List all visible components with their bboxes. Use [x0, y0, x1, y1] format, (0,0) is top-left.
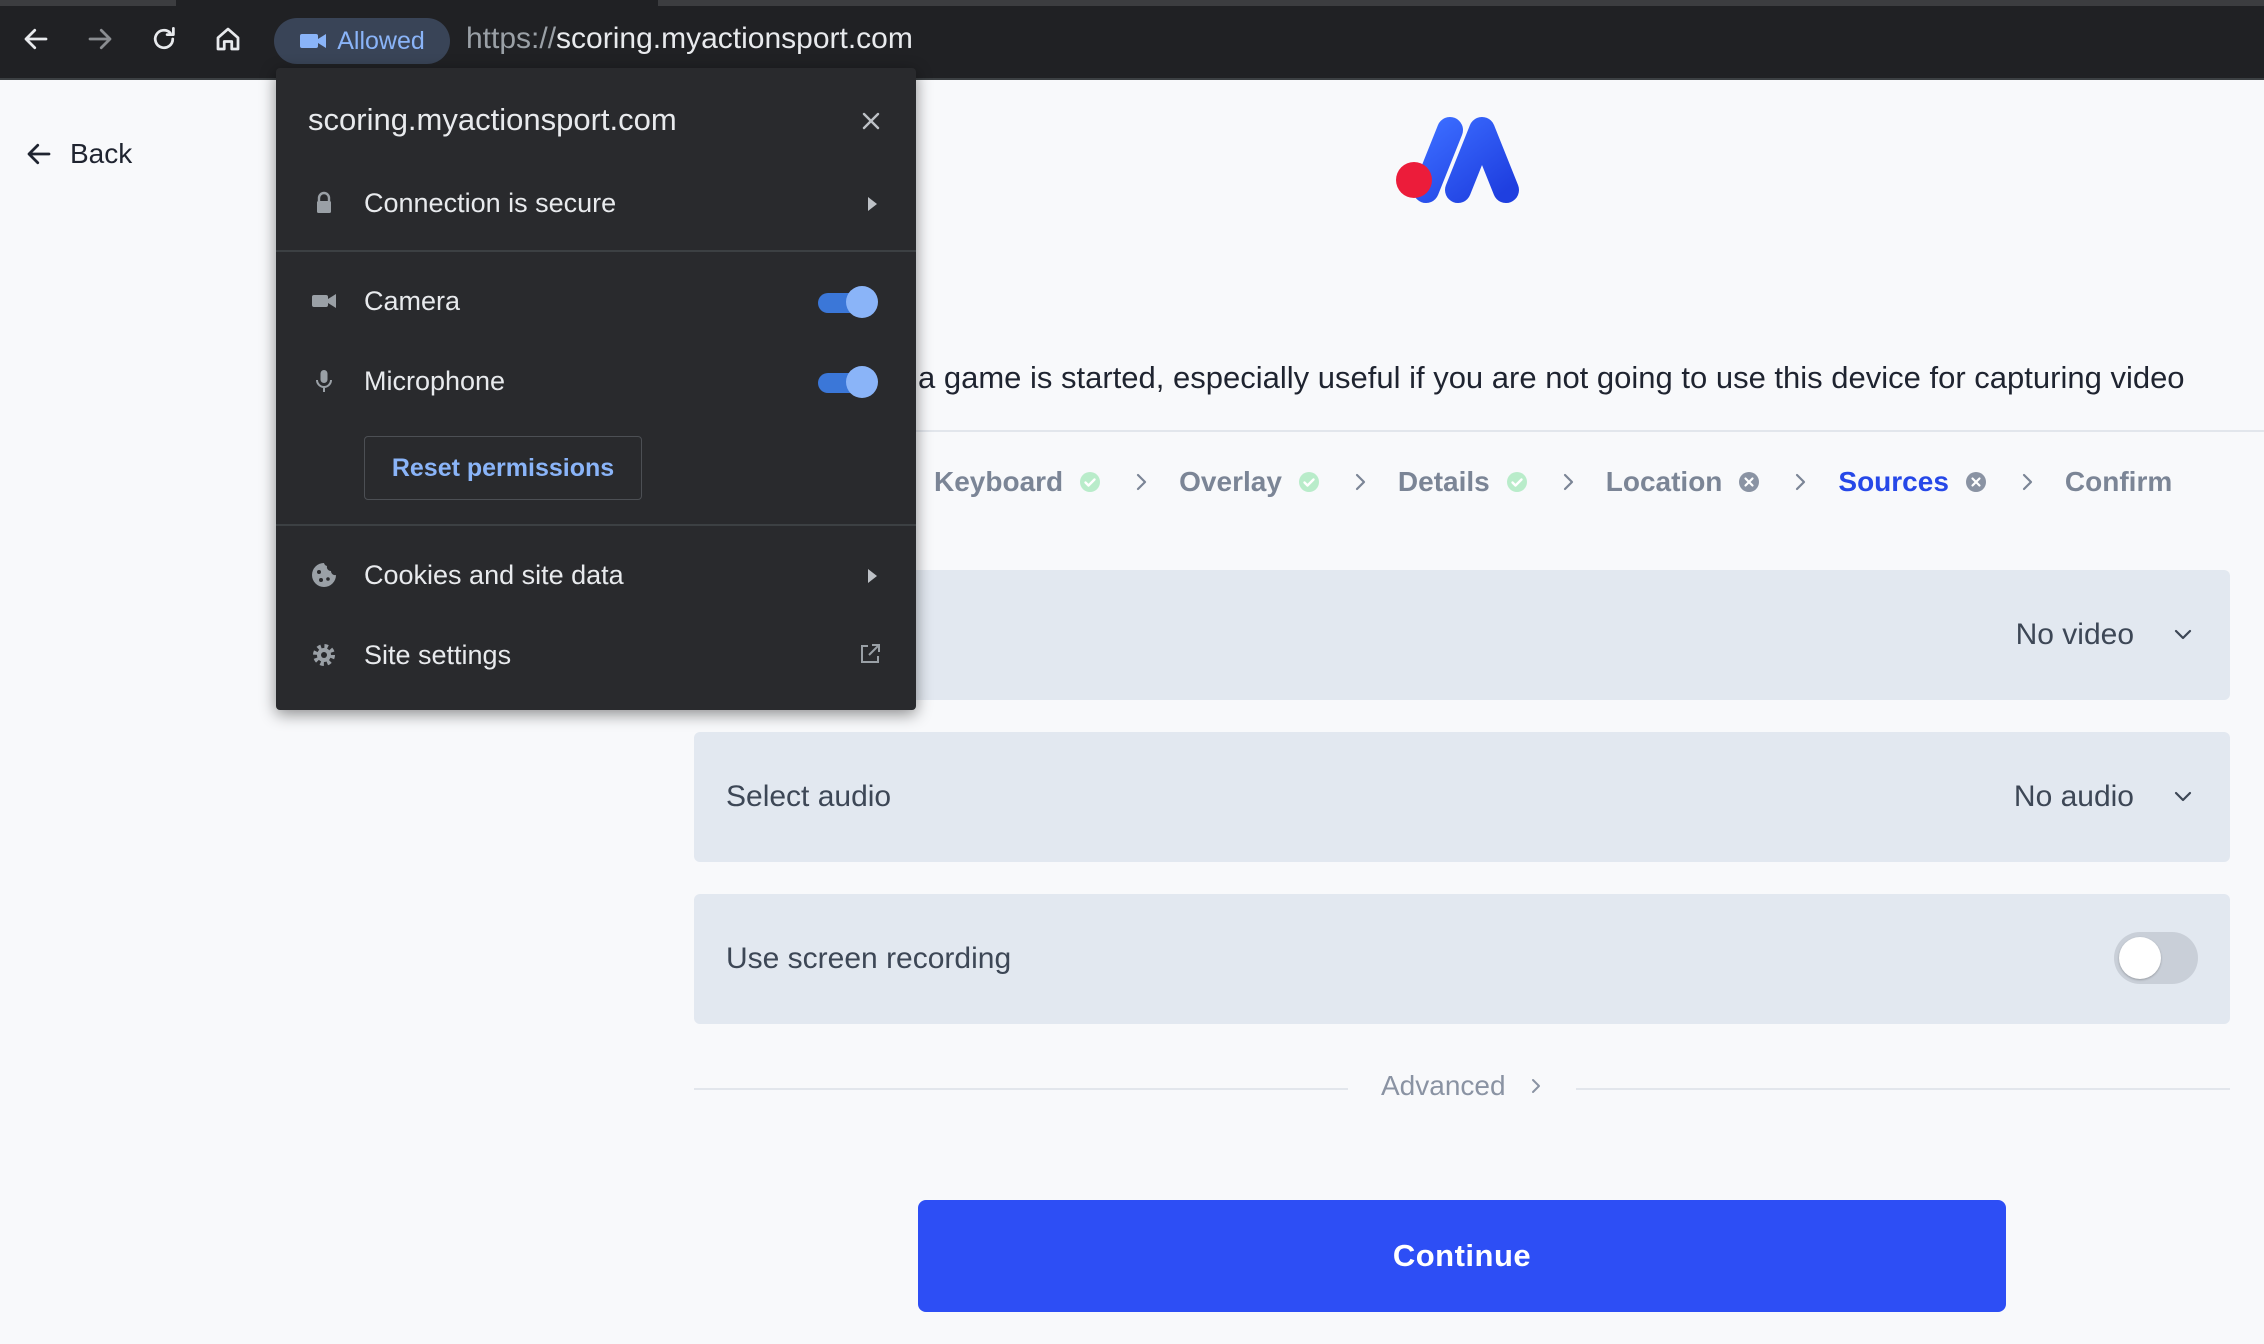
step-label: Overlay	[1179, 466, 1282, 497]
cookies-label: Cookies and site data	[364, 560, 624, 590]
check-circle-icon	[1298, 472, 1319, 492]
chevron-right-icon	[1563, 473, 1573, 491]
select-video-row[interactable]: a No video	[694, 570, 2230, 700]
divider	[276, 250, 916, 252]
page-description: a game is started, especially useful if …	[918, 360, 2185, 395]
toggle-knob	[846, 286, 878, 318]
close-icon[interactable]	[860, 110, 882, 132]
gear-icon	[313, 644, 335, 666]
x-circle-icon	[1965, 472, 1986, 492]
camera-toggle[interactable]	[818, 286, 878, 318]
select-video-value: No video	[2015, 618, 2134, 651]
step-sources[interactable]: Sources	[1838, 466, 1987, 498]
app-logo	[1396, 117, 1519, 203]
connection-label: Connection is secure	[364, 188, 617, 218]
camera-icon	[300, 34, 327, 48]
forward-nav-button[interactable]	[80, 19, 120, 59]
chevron-right-icon	[2022, 473, 2033, 491]
chevron-right-icon	[1355, 473, 1366, 491]
advanced-label: Advanced	[1381, 1070, 1506, 1101]
step-label: Confirm	[2064, 466, 2173, 497]
advanced-section: Advanced	[694, 1068, 2230, 1108]
back-label: Back	[70, 138, 133, 169]
caret-right-icon	[868, 197, 877, 211]
screen-recording-row: Use screen recording	[694, 894, 2230, 1024]
screen-recording-label: Use screen recording	[726, 942, 1012, 975]
chevron-right-icon	[1796, 473, 1806, 491]
arrow-right-icon	[88, 28, 112, 50]
continue-button[interactable]: Continue	[918, 1200, 2006, 1312]
reload-button[interactable]	[144, 19, 184, 59]
connection-secure-row[interactable]: Connection is secure	[276, 168, 916, 238]
camera-permission-row: Camera	[276, 266, 916, 336]
step-keyboard[interactable]: Keyboard	[934, 466, 1101, 498]
step-label: Details	[1397, 466, 1490, 497]
check-circle-icon	[1506, 472, 1527, 492]
step-confirm[interactable]: Confirm	[2065, 466, 2172, 498]
url-host: scoring.myactionsport.com	[556, 22, 913, 55]
toggle-knob	[2119, 937, 2161, 979]
step-label: Keyboard	[934, 466, 1064, 497]
select-audio-row[interactable]: Select audio No audio	[694, 732, 2230, 862]
microphone-icon	[316, 370, 332, 392]
chevron-down-icon	[2174, 791, 2192, 802]
caret-right-icon	[868, 569, 877, 583]
divider	[694, 1088, 1348, 1090]
back-nav-button[interactable]	[16, 19, 56, 59]
microphone-permission-row: Microphone	[276, 346, 916, 416]
microphone-label: Microphone	[364, 366, 506, 396]
site-permission-chip[interactable]: Allowed	[274, 18, 450, 64]
divider	[276, 524, 916, 526]
select-audio-label: Select audio	[726, 780, 892, 813]
step-label: Location	[1605, 466, 1723, 497]
chevron-down-icon	[2174, 629, 2192, 640]
arrow-left-icon	[27, 143, 51, 165]
arrow-left-icon	[24, 28, 48, 50]
permission-chip-label: Allowed	[337, 26, 425, 55]
x-circle-icon	[1739, 472, 1760, 492]
step-label: Sources	[1838, 466, 1949, 497]
cookies-row[interactable]: Cookies and site data	[276, 540, 916, 610]
divider	[900, 430, 2264, 432]
step-details[interactable]: Details	[1398, 466, 1528, 498]
tab-strip-edge	[0, 0, 176, 6]
divider	[1576, 1088, 2230, 1090]
cookie-icon	[312, 563, 336, 587]
site-info-popup: scoring.myactionsport.com Connection is …	[276, 68, 916, 710]
home-button[interactable]	[208, 19, 248, 59]
chevron-right-icon	[1531, 1079, 1540, 1093]
select-audio-value: No audio	[2013, 780, 2134, 813]
address-bar[interactable]: https://scoring.myactionsport.com	[466, 22, 913, 56]
home-icon	[216, 27, 240, 51]
screen-recording-toggle[interactable]	[2114, 932, 2198, 984]
camera-icon	[312, 294, 336, 308]
stepper: Keyboard Overlay Details Location Source…	[934, 466, 2172, 498]
url-scheme: https://	[466, 22, 557, 55]
back-link[interactable]: Back	[24, 138, 132, 170]
reset-permissions-button[interactable]: Reset permissions	[364, 436, 642, 500]
advanced-toggle[interactable]: Advanced	[1381, 1070, 1542, 1102]
popup-site-title: scoring.myactionsport.com	[308, 102, 677, 137]
tab-strip-edge	[658, 0, 2264, 6]
lock-icon	[317, 191, 331, 213]
camera-label: Camera	[364, 286, 461, 316]
check-circle-icon	[1080, 472, 1101, 492]
microphone-toggle[interactable]	[818, 366, 878, 398]
reload-icon	[153, 27, 175, 50]
site-settings-row[interactable]: Site settings	[276, 620, 916, 690]
step-overlay[interactable]: Overlay	[1179, 466, 1320, 498]
site-settings-label: Site settings	[364, 640, 512, 670]
toggle-knob	[846, 366, 878, 398]
step-location[interactable]: Location	[1606, 466, 1761, 498]
external-link-icon	[861, 644, 880, 663]
chevron-right-icon	[1137, 473, 1147, 491]
